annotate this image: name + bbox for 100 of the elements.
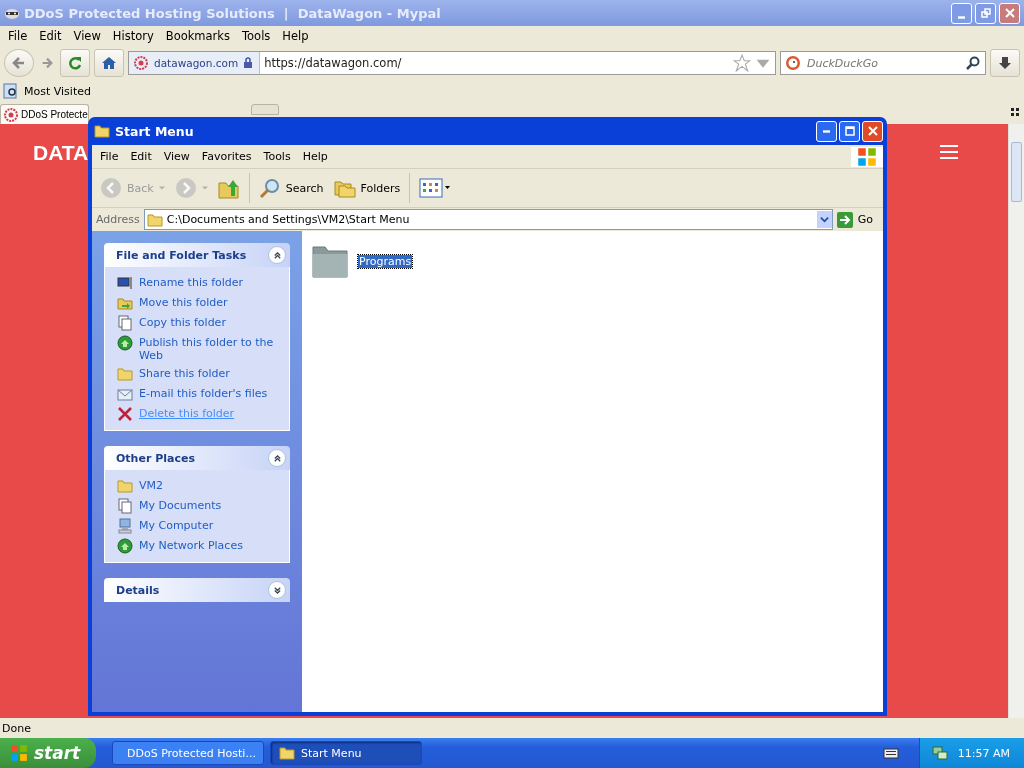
windows-flag-icon — [10, 744, 28, 762]
star-icon[interactable] — [733, 54, 751, 72]
menu-item[interactable]: History — [106, 29, 160, 43]
menu-item[interactable]: Bookmarks — [159, 29, 236, 43]
caret-icon — [158, 185, 165, 191]
menu-icon[interactable] — [940, 145, 958, 159]
task-link[interactable]: Share this folder — [139, 366, 230, 380]
minimize-icon — [823, 129, 830, 133]
task-link[interactable]: My Computer — [139, 518, 214, 532]
restore-icon — [980, 8, 991, 18]
panel-header[interactable]: File and Folder Tasks — [104, 243, 290, 267]
site-icon — [133, 55, 149, 71]
dropdown-button[interactable] — [816, 211, 832, 228]
task-link[interactable]: Copy this folder — [139, 315, 226, 329]
reload-icon — [67, 55, 83, 71]
menu-item[interactable]: View — [159, 150, 198, 163]
bookmark-folder[interactable]: Most Visited — [3, 83, 91, 99]
site-logo[interactable]: DATA — [33, 141, 89, 165]
close-icon — [1004, 8, 1015, 18]
caret-icon — [201, 185, 208, 191]
windows-flag-icon — [851, 146, 883, 167]
folder-name[interactable]: Programs — [358, 254, 413, 268]
back-arrow-icon — [11, 55, 27, 71]
menu-item[interactable]: Help — [298, 150, 336, 163]
folder-icon — [117, 295, 133, 311]
menu-item[interactable]: Tools — [236, 29, 277, 43]
address-field[interactable]: C:\Documents and Settings\VM2\Start Menu — [143, 209, 833, 230]
restore-button[interactable] — [975, 2, 996, 24]
close-button[interactable] — [999, 2, 1020, 24]
document-icon — [117, 498, 133, 514]
folder-icon — [279, 745, 295, 761]
forward-arrow-icon — [40, 56, 54, 70]
close-icon — [867, 126, 878, 136]
panel-header[interactable]: Other Places — [104, 446, 290, 470]
panel-title: File and Folder Tasks — [116, 248, 247, 262]
lock-icon — [243, 57, 254, 69]
address-label: Address — [96, 213, 140, 226]
chevron-down-icon — [819, 215, 829, 224]
minimize-button[interactable] — [816, 120, 837, 142]
home-icon — [101, 55, 117, 71]
task-link[interactable]: E-mail this folder's files — [139, 386, 268, 400]
taskbar-button[interactable]: DDoS Protected Hosti... — [112, 741, 264, 765]
document-icon — [117, 315, 133, 331]
menu-item[interactable]: File — [2, 29, 34, 43]
folder-icon — [117, 366, 133, 382]
close-button[interactable] — [862, 120, 883, 142]
browser-tab[interactable]: DDoS Protecte — [0, 104, 89, 124]
task-link[interactable]: VM2 — [139, 478, 163, 492]
window-title: DDoS Protected Hosting Solutions | DataWagon - Mypal — [24, 5, 441, 21]
panel-title: Details — [116, 583, 160, 597]
grid-icon[interactable] — [1011, 108, 1019, 116]
folder-icon — [146, 211, 163, 228]
folder-icon — [94, 123, 110, 139]
expand-icon[interactable] — [268, 581, 286, 599]
search-bar[interactable]: DuckDuckGo — [780, 51, 986, 75]
panel-header[interactable]: Details — [104, 578, 290, 602]
computer-icon — [117, 518, 133, 534]
menu-item[interactable]: File — [96, 150, 127, 163]
search-icon — [258, 177, 281, 199]
network-icon[interactable] — [931, 745, 948, 761]
search-icon[interactable] — [965, 55, 981, 71]
go-button[interactable]: Go — [836, 211, 879, 228]
task-link[interactable]: Rename this folder — [139, 275, 244, 289]
search-field[interactable]: DuckDuckGo — [805, 55, 961, 71]
menu-item[interactable]: Edit — [33, 29, 68, 43]
envelope-icon — [117, 386, 133, 402]
monitor-icon — [117, 275, 133, 291]
site-identity-button[interactable]: datawagon.com — [129, 52, 261, 74]
collapse-icon[interactable] — [268, 449, 286, 467]
reload-button[interactable] — [60, 49, 90, 77]
task-link[interactable]: My Network Places — [139, 538, 243, 552]
duck-icon[interactable] — [785, 55, 801, 71]
menu-item[interactable]: Edit — [126, 150, 160, 163]
collapse-icon[interactable] — [268, 246, 286, 264]
task-link[interactable]: Move this folder — [139, 295, 228, 309]
download-icon — [997, 55, 1013, 71]
status-text: Done — [2, 721, 31, 735]
cross-icon — [117, 406, 133, 422]
globe-icon — [117, 335, 133, 351]
menu-item[interactable]: Tools — [259, 150, 299, 163]
back-button[interactable] — [4, 49, 34, 77]
address-bar[interactable]: datawagon.com https://datawagon.com/ — [128, 51, 776, 75]
maximize-icon — [844, 126, 855, 136]
site-icon — [3, 106, 19, 123]
menu-item[interactable]: Help — [276, 29, 315, 43]
folders-button[interactable]: Folders — [329, 175, 405, 201]
menu-item[interactable]: View — [67, 29, 107, 43]
panel-title: Other Places — [116, 451, 195, 465]
menu-item[interactable]: Favorites — [197, 150, 260, 163]
task-link[interactable]: My Documents — [139, 498, 222, 512]
maximize-button[interactable] — [839, 120, 860, 142]
taskbar-button[interactable]: Start Menu — [270, 741, 422, 765]
url-text: https://datawagon.com/ — [264, 56, 403, 70]
keyboard-icon[interactable] — [882, 747, 899, 759]
bookmark-icon — [3, 83, 19, 99]
home-button[interactable] — [94, 49, 124, 77]
task-link[interactable]: Publish this folder to the Web — [139, 335, 283, 362]
download-button[interactable] — [990, 49, 1020, 77]
clock: 11:57 AM — [957, 746, 1010, 760]
search-button[interactable]: Search — [254, 175, 328, 201]
